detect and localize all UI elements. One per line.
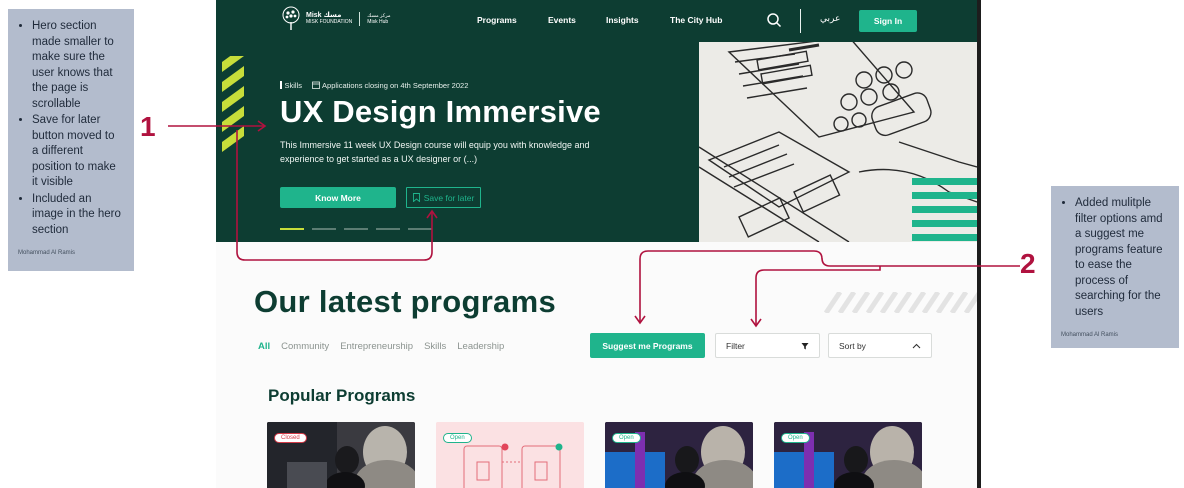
sign-in-button[interactable]: Sign In <box>859 10 917 32</box>
tab-community[interactable]: Community <box>281 341 329 352</box>
tab-leadership[interactable]: Leadership <box>457 341 504 352</box>
program-photo <box>267 422 415 488</box>
carousel-dot[interactable] <box>344 228 368 230</box>
sort-dropdown[interactable]: Sort by <box>828 333 932 358</box>
annotation-marker-2: 2 <box>1020 248 1036 279</box>
annotation-note-left: Hero section made smaller to make sure t… <box>8 9 134 271</box>
nav-events[interactable]: Events <box>548 15 576 25</box>
annotation-item: Added mulitple filter options amd a sugg… <box>1075 196 1169 320</box>
program-photo <box>605 422 753 488</box>
hero-carousel-dots <box>280 228 432 230</box>
program-card[interactable]: Open <box>774 422 922 488</box>
annotation-author: Mohammad Al Ramis <box>18 250 76 256</box>
filter-dropdown[interactable]: Filter <box>715 333 820 358</box>
status-badge: Closed <box>274 433 307 443</box>
annotation-item: Included an image in the hero section <box>32 192 124 239</box>
annotation-author: Mohammad Al Ramis <box>1061 332 1119 338</box>
logo-subtitle: MISK FOUNDATION <box>306 19 353 25</box>
carousel-dot[interactable] <box>408 228 432 230</box>
page-frame: Misk مسك MISK FOUNDATION مركز مسك Misk H… <box>216 0 981 488</box>
sort-label: Sort by <box>839 340 866 351</box>
program-card[interactable]: Closed <box>267 422 415 488</box>
status-badge: Open <box>612 433 641 443</box>
calendar-icon <box>312 81 320 89</box>
annotation-item: Hero section made smaller to make sure t… <box>32 19 124 112</box>
tab-all[interactable]: All <box>258 341 270 352</box>
top-nav: Misk مسك MISK FOUNDATION مركز مسك Misk H… <box>216 0 977 42</box>
tab-entrepreneurship[interactable]: Entrepreneurship <box>340 341 413 352</box>
carousel-dot[interactable] <box>376 228 400 230</box>
bookmark-icon <box>412 193 420 202</box>
tab-skills[interactable]: Skills <box>424 341 446 352</box>
section-title: Our latest programs <box>254 284 557 319</box>
status-badge: Open <box>443 433 472 443</box>
hero-description: This Immersive 11 week UX Design course … <box>280 140 590 164</box>
nav-divider <box>800 9 801 33</box>
hero-deadline: Applications closing on 4th September 20… <box>312 81 468 90</box>
annotation-item: Save for later button moved to a differe… <box>32 113 124 191</box>
annotation-note-right: Added mulitple filter options amd a sugg… <box>1051 186 1179 348</box>
annotation-marker-1: 1 <box>140 111 156 142</box>
program-card[interactable]: Open <box>605 422 753 488</box>
save-for-later-button[interactable]: Save for later <box>406 187 481 208</box>
hub-name-en: Misk Hub <box>367 19 389 25</box>
know-more-button[interactable]: Know More <box>280 187 396 208</box>
funnel-icon <box>801 342 809 349</box>
filter-label: Filter <box>726 340 745 351</box>
hero-title: UX Design Immersive <box>280 94 601 129</box>
carousel-dot[interactable] <box>312 228 336 230</box>
category-tabs: All Community Entrepreneurship Skills Le… <box>258 341 504 352</box>
nav-insights[interactable]: Insights <box>606 15 639 25</box>
decorative-stripes <box>222 56 244 152</box>
program-photo <box>774 422 922 488</box>
popular-programs-title: Popular Programs <box>268 386 416 405</box>
chevron-up-icon <box>912 343 921 348</box>
nav-programs[interactable]: Programs <box>477 15 517 25</box>
status-badge: Open <box>781 433 810 443</box>
decorative-hatch <box>823 292 977 313</box>
nav-city-hub[interactable]: The City Hub <box>670 15 722 25</box>
program-card[interactable]: Open <box>436 422 584 488</box>
decorative-green-stripes <box>912 178 977 241</box>
logo[interactable]: Misk مسك MISK FOUNDATION مركز مسك Misk H… <box>280 6 391 32</box>
carousel-dot[interactable] <box>280 228 304 230</box>
suggest-programs-button[interactable]: Suggest me Programs <box>590 333 705 358</box>
tree-logo-icon <box>282 6 300 30</box>
language-switch[interactable]: عربي <box>820 14 840 24</box>
program-illustration <box>436 422 584 488</box>
logo-divider <box>359 12 361 26</box>
hero-section: Misk مسك MISK FOUNDATION مركز مسك Misk H… <box>216 0 977 242</box>
hero-category: Skills <box>280 81 302 90</box>
hero-meta: Skills Applications closing on 4th Septe… <box>280 81 468 90</box>
search-icon[interactable] <box>766 12 782 28</box>
